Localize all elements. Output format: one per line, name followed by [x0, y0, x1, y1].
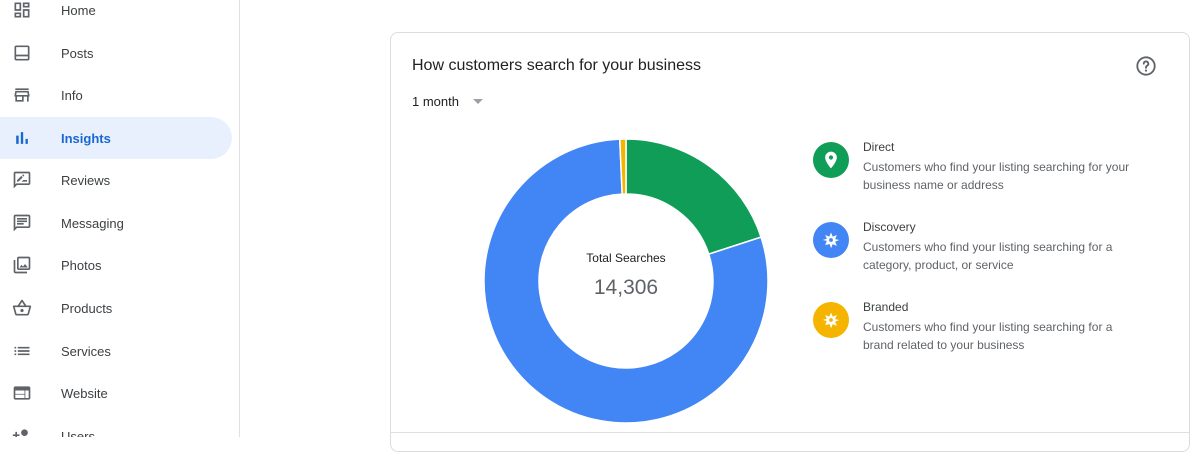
card-title: How customers search for your business [412, 57, 701, 74]
sidebar-item-messaging[interactable]: Messaging [0, 202, 232, 244]
message-icon [12, 213, 32, 233]
sidebar-item-label: Info [61, 87, 83, 103]
sidebar-item-label: Reviews [61, 172, 111, 188]
sidebar-item-label: Services [61, 343, 111, 359]
sidebar-item-label: Users [61, 428, 95, 438]
legend-item-direct: Direct Customers who find your listing s… [813, 140, 1153, 200]
legend-item-branded: Branded Customers who find your listing … [813, 300, 1153, 360]
legend-title: Direct [863, 140, 895, 154]
sidebar-item-services[interactable]: Services [0, 330, 232, 372]
sidebar-item-home[interactable]: Home [0, 0, 232, 31]
donut-center-value: 14,306 [593, 276, 659, 299]
sidebar-item-info[interactable]: Info [0, 74, 232, 116]
sidebar-item-label: Insights [61, 130, 111, 146]
location-pin-icon [813, 142, 849, 178]
legend-item-discovery: Discovery Customers who find your listin… [813, 220, 1153, 280]
storefront-icon [12, 85, 32, 105]
photo-library-icon [12, 255, 32, 275]
sidebar-item-users[interactable]: Users [0, 415, 232, 437]
sidebar-item-label: Home [61, 2, 96, 18]
sidebar-item-reviews[interactable]: Reviews [0, 159, 232, 201]
compass-icon [813, 302, 849, 338]
sidebar-item-website[interactable]: Website [0, 372, 232, 414]
dashboard-icon [12, 0, 32, 20]
person-add-icon [12, 426, 32, 437]
period-value: 1 month [412, 94, 459, 109]
legend-description: Customers who find your listing searchin… [863, 320, 1113, 352]
sidebar-item-label: Posts [61, 45, 94, 61]
period-dropdown[interactable]: 1 month [412, 94, 483, 109]
shopping-basket-icon [12, 298, 32, 318]
legend-title: Branded [863, 300, 909, 314]
sidebar-item-label: Messaging [61, 215, 124, 231]
compass-icon [813, 222, 849, 258]
donut-center-label: Total Searches [586, 251, 666, 265]
sidebar-item-label: Website [61, 385, 108, 401]
dropdown-caret-icon [472, 99, 483, 104]
bar-chart-icon [12, 128, 32, 148]
legend-description: Customers who find your listing searchin… [863, 160, 1130, 192]
rate-review-icon [12, 170, 32, 190]
card-divider [391, 432, 1189, 433]
sidebar-item-label: Photos [61, 257, 102, 273]
web-icon [12, 383, 32, 403]
sidebar-item-label: Products [61, 300, 113, 316]
help-icon[interactable] [1135, 55, 1157, 77]
search-insights-card: How customers search for your business 1… [390, 32, 1190, 452]
legend-description: Customers who find your listing searchin… [863, 240, 1113, 272]
posts-icon [12, 43, 32, 63]
list-icon [12, 341, 32, 361]
sidebar-item-posts[interactable]: Posts [0, 32, 232, 74]
legend-title: Discovery [863, 220, 916, 234]
sidebar-item-photos[interactable]: Photos [0, 244, 232, 286]
sidebar-item-insights[interactable]: Insights [0, 117, 232, 159]
sidebar-nav: Home Posts Info Insights Reviews Messagi… [0, 0, 240, 437]
sidebar-item-products[interactable]: Products [0, 287, 232, 329]
donut-slice-direct[interactable] [625, 138, 762, 256]
